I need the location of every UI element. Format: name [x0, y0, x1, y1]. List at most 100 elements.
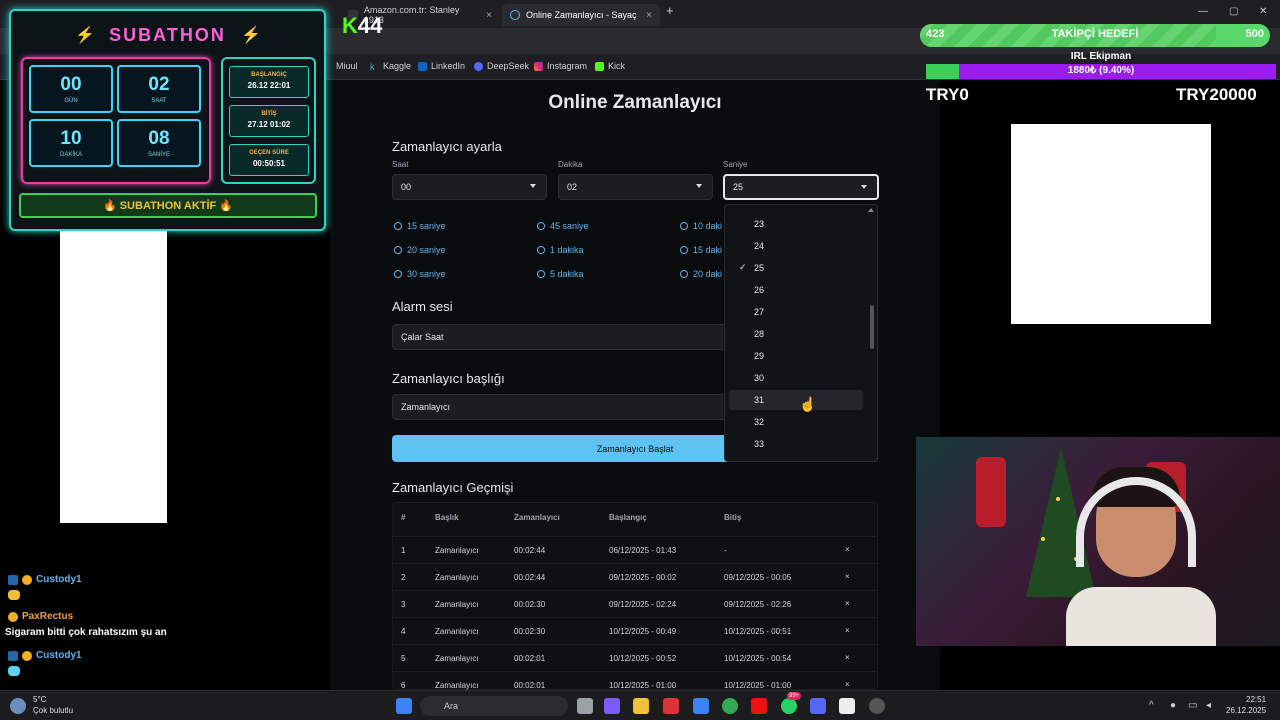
bookmark-label: Instagram: [547, 61, 588, 71]
preset-20s[interactable]: 20 saniye: [394, 245, 446, 255]
store-icon[interactable]: [693, 698, 709, 714]
countdown-unit: GÜN: [64, 98, 78, 104]
timer-title-value: Zamanlayıcı: [401, 402, 451, 412]
delete-row-button[interactable]: ×: [845, 626, 850, 635]
countdown-unit: DAKİKA: [59, 152, 82, 158]
preset-10m[interactable]: 10 daki: [680, 221, 722, 231]
countdown-value: 02: [148, 74, 170, 95]
info-elapsed: GEÇEN SÜRE 00:50:51: [229, 144, 309, 176]
option-label: 24: [754, 241, 765, 251]
app-icon[interactable]: [663, 698, 679, 714]
scroll-up-icon[interactable]: [868, 208, 874, 212]
hour-select[interactable]: 00: [392, 174, 547, 200]
preset-5m[interactable]: 5 dakika: [537, 269, 584, 279]
table-cell: 10/12/2025 - 00:54: [724, 654, 792, 663]
capcut-icon[interactable]: [839, 698, 855, 714]
second-select[interactable]: 25: [723, 174, 879, 200]
tab-close-icon[interactable]: ×: [486, 10, 492, 21]
table-cell: 00:02:44: [514, 546, 546, 555]
second-option[interactable]: 23: [729, 214, 863, 234]
chat-message: Custody1: [8, 574, 82, 585]
preset-45s[interactable]: 45 saniye: [537, 221, 589, 231]
table-cell: 10/12/2025 - 01:00: [724, 681, 792, 690]
second-option[interactable]: 33: [729, 434, 863, 454]
bookmark-label: DeepSeek: [487, 61, 530, 71]
second-option[interactable]: 24: [729, 236, 863, 256]
bookmark-label: Kick: [608, 61, 626, 71]
second-option[interactable]: 28: [729, 324, 863, 344]
second-option[interactable]: ✓ 25: [729, 258, 863, 278]
table-cell: 09/12/2025 - 00:05: [724, 573, 792, 582]
table-row: 5 Zamanlayıcı 00:02:01 10/12/2025 - 00:52 10…: [393, 644, 877, 671]
preset-15s[interactable]: 15 saniye: [394, 221, 446, 231]
option-label: 25: [754, 263, 765, 273]
irl-goal-title: IRL Ekipman: [1070, 51, 1132, 62]
task-view-icon[interactable]: [577, 698, 593, 714]
minimize-button[interactable]: —: [1198, 6, 1208, 17]
second-option[interactable]: 29: [729, 346, 863, 366]
subathon-status: 🔥 SUBATHON AKTİF 🔥: [19, 193, 317, 218]
bookmark-deepseek[interactable]: DeepSeek: [474, 61, 529, 71]
option-label: 30: [754, 373, 765, 383]
bookmark-kaggle[interactable]: k Kaggle: [370, 61, 411, 72]
second-option[interactable]: 27: [729, 302, 863, 322]
chat-badge-icon: [22, 574, 32, 585]
santa-figure: [976, 457, 1006, 527]
copilot-icon[interactable]: [604, 698, 620, 714]
preset-1m[interactable]: 1 dakika: [537, 245, 584, 255]
preset-30s[interactable]: 30 saniye: [394, 269, 446, 279]
second-option[interactable]: 26: [729, 280, 863, 300]
microphone-icon[interactable]: ●: [1170, 700, 1176, 711]
new-tab-button[interactable]: +: [666, 3, 674, 18]
webcam-feed: [916, 437, 1280, 646]
tab-timer[interactable]: Online Zamanlayıcı - Sayaç ×: [502, 4, 660, 26]
option-label: 27: [754, 307, 765, 317]
taskbar-search[interactable]: Ara: [420, 696, 568, 716]
second-option[interactable]: 32: [729, 412, 863, 432]
tab-close-icon[interactable]: ×: [646, 10, 652, 21]
hour-value: 00: [401, 182, 412, 192]
discord-icon[interactable]: [810, 698, 826, 714]
second-option[interactable]: 31: [729, 390, 863, 410]
second-option[interactable]: 30: [729, 368, 863, 388]
delete-row-button[interactable]: ×: [845, 653, 850, 662]
delete-row-button[interactable]: ×: [845, 572, 850, 581]
delete-row-button[interactable]: ×: [845, 680, 850, 689]
delete-row-button[interactable]: ×: [845, 599, 850, 608]
chrome-icon[interactable]: [722, 698, 738, 714]
lightning-icon: ⚡: [241, 27, 261, 44]
windows-start-icon[interactable]: [396, 698, 412, 714]
minute-select[interactable]: 02: [558, 174, 713, 200]
network-icon[interactable]: ▭: [1188, 700, 1197, 711]
preset-15m[interactable]: 15 daki: [680, 245, 722, 255]
bookmark-instagram[interactable]: Instagram: [534, 61, 587, 71]
bookmark-miuul[interactable]: Miuul: [336, 61, 358, 71]
blank-overlay-panel: [1011, 124, 1211, 324]
col-header: #: [401, 513, 406, 522]
obs-icon[interactable]: [869, 698, 885, 714]
table-row: 2 Zamanlayıcı 00:02:44 09/12/2025 - 00:02 09…: [393, 563, 877, 590]
follower-goal-bar: TAKİPÇİ HEDEFİ 423 500: [920, 24, 1270, 47]
bookmark-linkedin[interactable]: LinkedIn: [418, 61, 465, 71]
close-window-button[interactable]: ✕: [1259, 6, 1267, 17]
preset-20m[interactable]: 20 daki: [680, 269, 722, 279]
system-clock[interactable]: 22:51 26.12.2025: [1226, 694, 1266, 716]
table-cell: 6: [401, 681, 406, 690]
whatsapp-icon[interactable]: [781, 698, 797, 714]
irl-goal-max: TRY20000: [1176, 85, 1257, 104]
volume-icon[interactable]: ◂: [1206, 700, 1211, 711]
youtube-icon[interactable]: [751, 698, 767, 714]
maximize-button[interactable]: ▢: [1229, 6, 1238, 17]
table-cell: Zamanlayıcı: [435, 600, 479, 609]
dropdown-scrollbar[interactable]: [870, 305, 874, 349]
delete-row-button[interactable]: ×: [845, 545, 850, 554]
alarm-clock-icon: [680, 270, 688, 278]
linkedin-icon: [418, 61, 427, 71]
weather-icon[interactable]: [10, 698, 26, 714]
option-label: 31: [754, 395, 765, 405]
bookmark-kick[interactable]: Kick: [595, 61, 625, 71]
preset-label: 30 saniye: [407, 269, 446, 279]
weather-widget[interactable]: 5°C Çok bulutlu: [33, 694, 73, 716]
file-explorer-icon[interactable]: [633, 698, 649, 714]
chevron-up-icon[interactable]: ^: [1149, 700, 1154, 711]
